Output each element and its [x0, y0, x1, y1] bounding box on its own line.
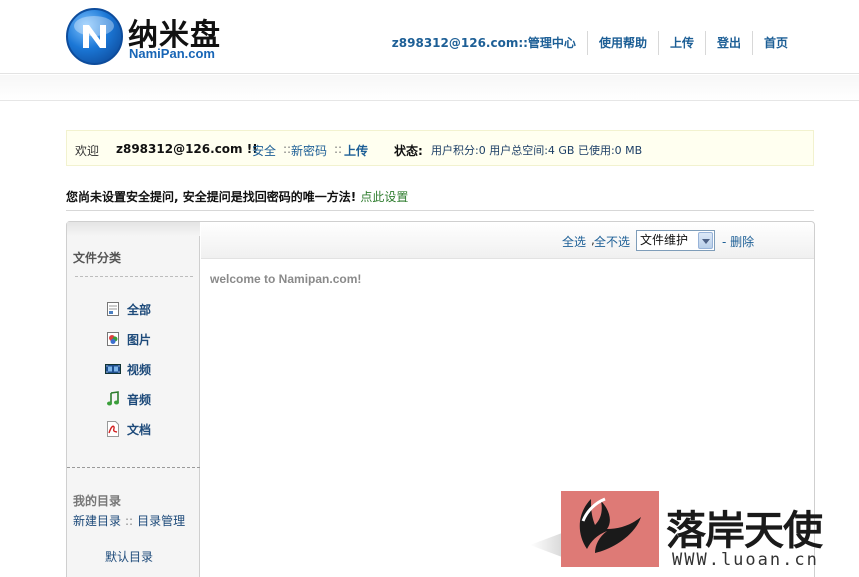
all-files-icon	[105, 301, 121, 317]
file-action-select[interactable]: 文件维护	[636, 230, 715, 251]
image-icon	[105, 331, 121, 347]
category-audio-label[interactable]: 音频	[127, 391, 151, 408]
welcome-label: 欢迎	[75, 144, 100, 158]
watermark-url: WWW.luoan.cn	[672, 550, 819, 570]
new-password-link[interactable]: 新密码	[291, 142, 327, 159]
video-icon	[105, 361, 121, 377]
file-action-selected: 文件维护	[640, 233, 689, 247]
audio-icon	[105, 391, 121, 407]
select-all-link[interactable]: 全选	[562, 233, 586, 250]
brand-logo[interactable]: 纳米盘 NamiPan.com	[66, 8, 246, 68]
upload-link[interactable]: 上传	[344, 142, 368, 159]
category-video[interactable]: 视频	[105, 360, 151, 378]
file-toolbar: 全选 , 全不选 文件维护 - 删除	[201, 222, 814, 259]
set-security-question-link[interactable]: 点此设置	[360, 190, 408, 204]
sidebar: 文件分类 全部 图片 视频 音频 文档 我的目录 新建目录:: 目录管理 默认…	[67, 222, 200, 577]
category-audio[interactable]: 音频	[105, 390, 151, 408]
select-none-link[interactable]: 全不选	[594, 233, 630, 250]
document-icon	[105, 421, 121, 437]
default-directory-link[interactable]: 默认目录	[105, 548, 153, 565]
category-images-label[interactable]: 图片	[127, 331, 151, 348]
header-band	[0, 75, 859, 101]
nav-upload-link[interactable]: 上传	[657, 31, 705, 55]
separator: ::	[283, 142, 292, 156]
divider	[75, 276, 193, 277]
new-directory-link[interactable]: 新建目录	[73, 514, 121, 528]
brand-name-en: NamiPan.com	[129, 46, 215, 61]
watermark-logo-icon	[561, 491, 659, 567]
category-documents[interactable]: 文档	[105, 420, 151, 438]
category-documents-label[interactable]: 文档	[127, 421, 151, 438]
category-all-label[interactable]: 全部	[127, 301, 151, 318]
category-images[interactable]: 图片	[105, 330, 151, 348]
manage-directory-link[interactable]: 目录管理	[137, 514, 185, 528]
account-stats: 用户积分:0 用户总空间:4 GB 已使用:0 MB	[431, 144, 643, 157]
welcome-message: welcome to Namipan.com!	[210, 272, 362, 286]
my-directories-title: 我的目录	[73, 494, 122, 508]
security-warning-text: 您尚未设置安全提问, 安全提问是找回密码的唯一方法!	[66, 190, 357, 204]
nav-account-link[interactable]: z898312@126.com::管理中心	[381, 31, 587, 55]
nav-home-link[interactable]: 首页	[751, 31, 799, 55]
user-info-bar: 欢迎 z898312@126.com !! 安全 :: 新密码 :: 上传 状态…	[66, 130, 814, 166]
file-category-title: 文件分类	[73, 251, 122, 265]
directory-actions: 新建目录:: 目录管理	[73, 512, 185, 529]
nav-help-link[interactable]: 使用帮助	[586, 31, 658, 55]
user-email: z898312@126.com !!	[116, 142, 258, 156]
watermark: 落岸天使 WWW.luoan.cn	[530, 490, 859, 577]
chevron-down-icon[interactable]	[698, 232, 713, 249]
security-warning: 您尚未设置安全提问, 安全提问是找回密码的唯一方法! 点此设置	[66, 188, 814, 211]
category-all[interactable]: 全部	[105, 300, 151, 318]
page-header: 纳米盘 NamiPan.com z898312@126.com::管理中心 使用…	[0, 0, 859, 74]
namipan-logo-icon	[66, 8, 123, 65]
separator: ::	[334, 142, 343, 156]
top-navigation: z898312@126.com::管理中心 使用帮助 上传 登出 首页	[381, 31, 799, 55]
divider	[67, 467, 200, 468]
security-link[interactable]: 安全	[252, 142, 276, 159]
nav-logout-link[interactable]: 登出	[704, 31, 752, 55]
watermark-text: 落岸天使	[666, 508, 823, 554]
sidebar-header	[67, 222, 200, 236]
delete-link[interactable]: - 删除	[722, 233, 754, 250]
category-video-label[interactable]: 视频	[127, 361, 151, 378]
status-label: 状态:	[394, 144, 423, 158]
separator: ::	[125, 514, 134, 528]
